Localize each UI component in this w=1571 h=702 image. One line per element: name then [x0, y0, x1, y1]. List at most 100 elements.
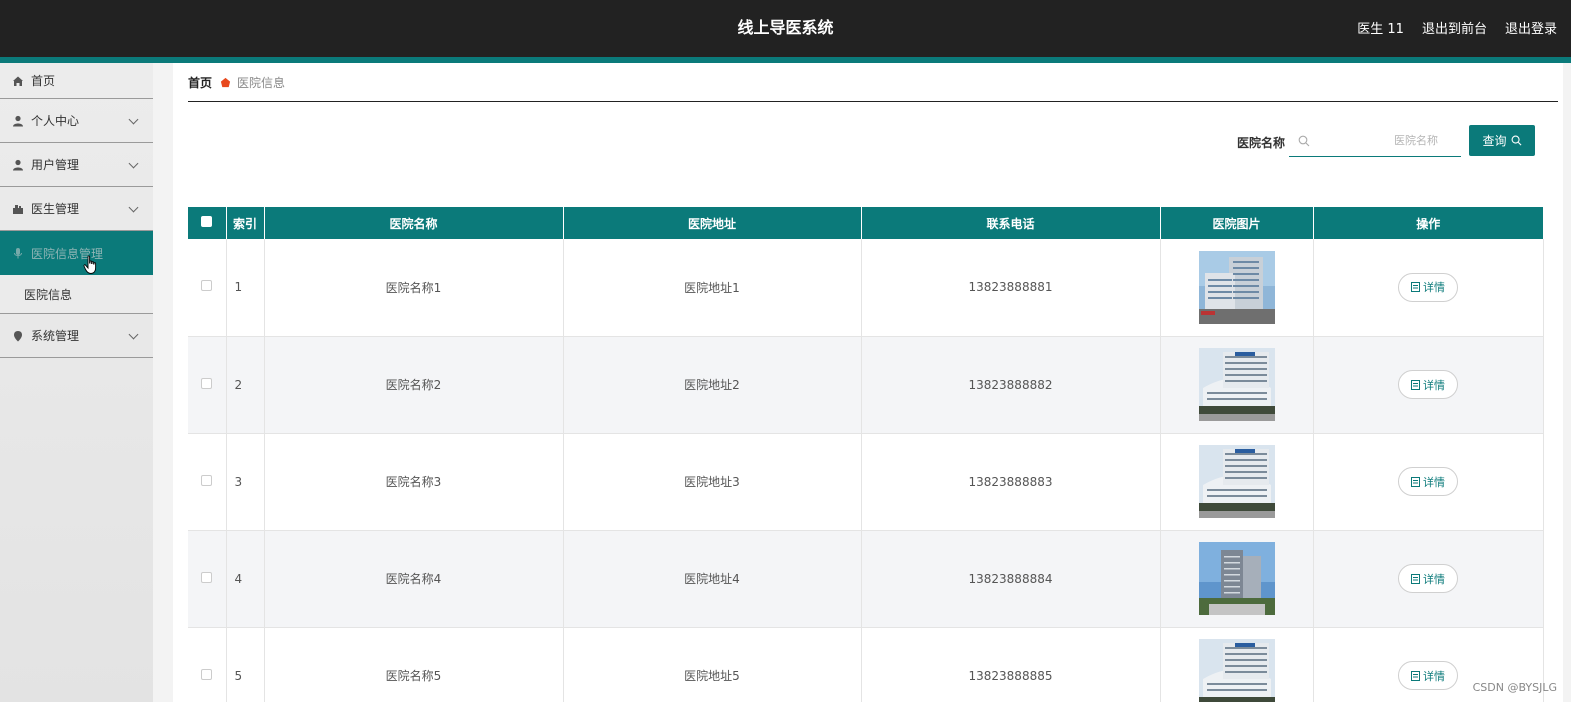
column-header-actions: 操作: [1313, 207, 1543, 239]
row-checkbox[interactable]: [201, 377, 213, 389]
column-header-name: 医院名称: [264, 207, 564, 239]
document-icon: [1411, 379, 1420, 390]
back-to-front-link[interactable]: 退出到前台: [1422, 18, 1487, 37]
detail-button[interactable]: 详情: [1398, 564, 1458, 593]
table-header-row: 索引 医院名称 医院地址 联系电话 医院图片 操作: [188, 207, 1543, 239]
detail-label: 详情: [1423, 281, 1445, 295]
table-row: 1 医院名称1 医院地址1 13823888881 详情: [188, 239, 1544, 337]
doctor-icon: [13, 204, 23, 214]
row-hospital-phone: 13823888885: [861, 627, 1161, 702]
detail-button[interactable]: 详情: [1398, 661, 1458, 690]
logout-link[interactable]: 退出登录: [1505, 18, 1557, 37]
chevron-down-icon: [128, 158, 139, 168]
breadcrumb-current: 医院信息: [237, 75, 286, 90]
hospital-image[interactable]: [1198, 542, 1275, 615]
row-index: 1: [226, 239, 265, 337]
hospital-image[interactable]: [1198, 639, 1275, 702]
column-header-address: 医院地址: [563, 207, 862, 239]
search-input[interactable]: [1310, 134, 1460, 147]
sidebar-item-system-management[interactable]: 系统管理: [0, 314, 153, 358]
watermark: CSDN @BYSJLG: [1472, 681, 1557, 694]
search-button-label: 查询: [1482, 134, 1507, 148]
row-hospital-address: 医院地址1: [563, 239, 862, 337]
hospital-image[interactable]: [1198, 250, 1275, 324]
top-bar: 线上导医系统 医生 11 退出到前台 退出登录: [0, 0, 1571, 57]
hospital-image[interactable]: [1198, 445, 1275, 518]
row-hospital-address: 医院地址2: [563, 336, 862, 434]
sidebar-item-label: 系统管理: [31, 329, 80, 343]
content-panel: 首页 医院信息 医院名称 查询 索引 医院名称: [173, 63, 1563, 702]
document-icon: [1411, 573, 1420, 584]
row-index: 4: [226, 530, 265, 628]
row-hospital-address: 医院地址5: [563, 627, 862, 702]
detail-label: 详情: [1423, 378, 1445, 392]
row-hospital-phone: 13823888882: [861, 336, 1161, 434]
row-hospital-phone: 13823888881: [861, 239, 1161, 337]
row-hospital-name: 医院名称1: [264, 239, 564, 337]
row-checkbox[interactable]: [201, 474, 213, 486]
column-header-phone: 联系电话: [861, 207, 1161, 239]
detail-label: 详情: [1423, 572, 1445, 586]
row-checkbox[interactable]: [201, 571, 213, 583]
column-header-image: 医院图片: [1160, 207, 1314, 239]
row-index: 5: [226, 627, 265, 702]
row-hospital-name: 医院名称2: [264, 336, 564, 434]
row-index: 2: [226, 336, 265, 434]
app-title: 线上导医系统: [737, 18, 834, 37]
table-row: 5 医院名称5 医院地址5 13823888885 详情: [188, 627, 1544, 702]
document-icon: [1411, 670, 1420, 681]
hospital-table: 索引 医院名称 医院地址 联系电话 医院图片 操作 1 医院名称1 医院地址1: [188, 207, 1544, 702]
select-all-checkbox[interactable]: [201, 216, 213, 227]
sidebar-item-label: 医生管理: [31, 202, 80, 216]
home-icon: [13, 76, 23, 86]
home-star-icon: [220, 77, 231, 87]
sidebar-item-personal-center[interactable]: 个人中心: [0, 99, 153, 143]
breadcrumb-home[interactable]: 首页: [188, 74, 212, 91]
sidebar-item-label: 个人中心: [31, 114, 80, 128]
row-hospital-address: 医院地址3: [563, 433, 862, 531]
hospital-image[interactable]: [1198, 348, 1275, 421]
detail-label: 详情: [1423, 669, 1445, 683]
sidebar-item-user-management[interactable]: 用户管理: [0, 143, 153, 187]
column-header-index: 索引: [226, 207, 265, 239]
row-checkbox[interactable]: [201, 280, 213, 292]
search-icon: [1298, 135, 1310, 146]
detail-button[interactable]: 详情: [1398, 370, 1458, 399]
row-hospital-name: 医院名称5: [264, 627, 564, 702]
sidebar-item-hospital-info-management[interactable]: 医院信息管理: [0, 231, 153, 275]
table-row: 3 医院名称3 医院地址3 13823888883 详情: [188, 433, 1544, 531]
detail-button[interactable]: 详情: [1398, 272, 1458, 302]
sidebar: 首页 个人中心 用户管理 医生管理 医院信息管理 医院信息 系统管理: [0, 63, 153, 702]
row-hospital-phone: 13823888884: [861, 530, 1161, 628]
search-button[interactable]: 查询: [1469, 125, 1535, 156]
search-label: 医院名称: [1237, 136, 1286, 150]
table-row: 4 医院名称4 医院地址4 13823888884 详情: [188, 530, 1544, 628]
sidebar-item-home[interactable]: 首页: [0, 63, 153, 99]
user-icon: [13, 159, 23, 170]
location-icon: [14, 330, 22, 341]
detail-label: 详情: [1423, 475, 1445, 489]
chevron-down-icon: [128, 329, 139, 339]
row-hospital-phone: 13823888883: [861, 433, 1161, 531]
chevron-down-icon: [128, 202, 139, 212]
sidebar-item-label: 首页: [31, 74, 56, 88]
row-hospital-name: 医院名称3: [264, 433, 564, 531]
document-icon: [1411, 476, 1420, 487]
user-label[interactable]: 医生 11: [1357, 18, 1404, 37]
row-hospital-name: 医院名称4: [264, 530, 564, 628]
sidebar-item-doctor-management[interactable]: 医生管理: [0, 187, 153, 231]
user-icon: [13, 115, 23, 126]
search-icon: [1511, 135, 1521, 146]
mic-icon: [14, 248, 22, 259]
sidebar-item-label: 用户管理: [31, 158, 80, 172]
top-links: 医生 11 退出到前台 退出登录: [1357, 0, 1557, 54]
row-checkbox[interactable]: [201, 668, 213, 680]
row-hospital-address: 医院地址4: [563, 530, 862, 628]
hand-cursor-icon: [83, 255, 97, 274]
row-index: 3: [226, 433, 265, 531]
select-all-cell: [188, 207, 227, 239]
chevron-down-icon: [128, 114, 139, 124]
detail-button[interactable]: 详情: [1398, 467, 1458, 496]
sidebar-subitem-hospital-info[interactable]: 医院信息: [0, 275, 153, 314]
table-row: 2 医院名称2 医院地址2 13823888882 详情: [188, 336, 1544, 434]
